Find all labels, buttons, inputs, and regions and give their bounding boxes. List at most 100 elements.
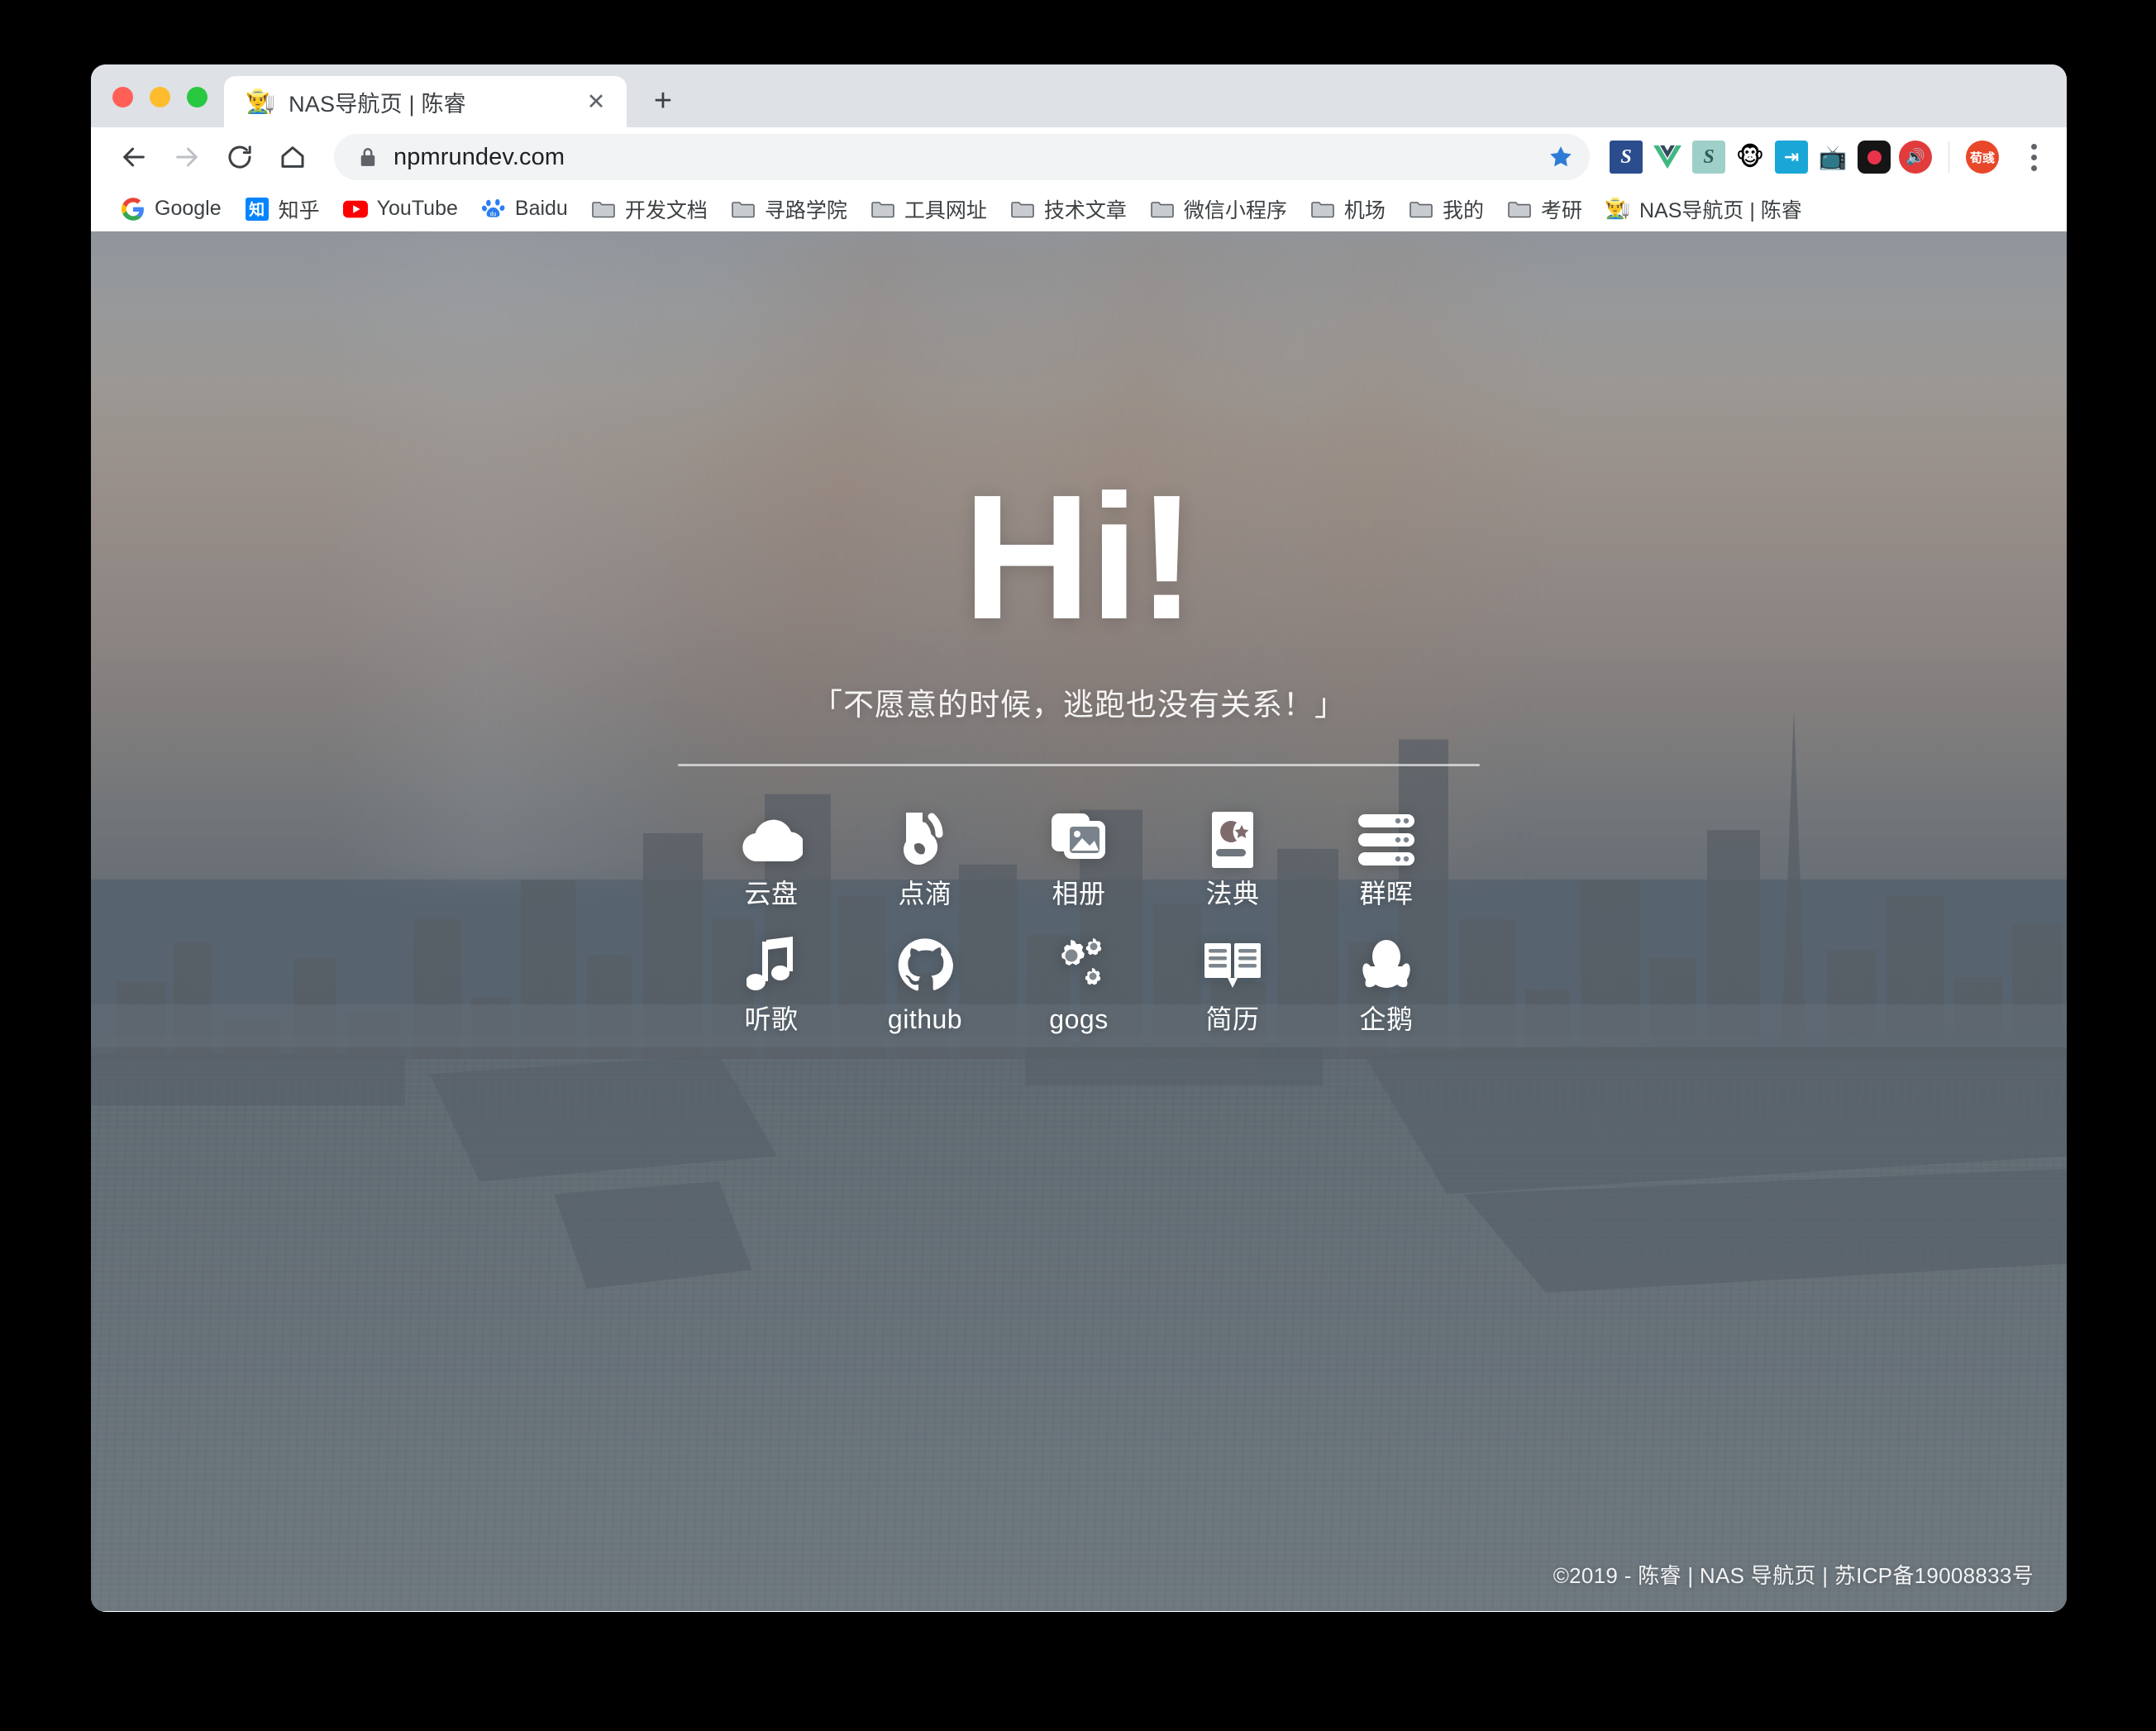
profile-avatar[interactable]: 荀彧	[1966, 141, 1999, 174]
app-label: 简历	[1205, 1004, 1260, 1035]
home-button[interactable]	[268, 132, 317, 182]
app-label: 法典	[1205, 879, 1260, 909]
lock-icon	[357, 146, 379, 168]
close-window-button[interactable]	[112, 87, 133, 107]
bookmark-label: Google	[155, 197, 222, 220]
tab-strip: 👨‍🌾 NAS导航页 | 陈睿 ✕ +	[91, 64, 2067, 127]
app-shortcut-jianli[interactable]: 简历	[1156, 930, 1309, 1037]
svg-text:du: du	[490, 211, 497, 217]
folder-icon	[1010, 197, 1035, 222]
bookmark-label: Baidu	[514, 197, 568, 220]
profile-label: 荀彧	[1969, 150, 1995, 165]
app-shortcut-gogs[interactable]: gogs	[1002, 930, 1156, 1037]
maximize-window-button[interactable]	[187, 87, 207, 107]
app-label: 听歌	[744, 1004, 799, 1035]
page-footer: ©2019 - 陈睿 | NAS 导航页 | 苏ICP备19008833号	[1553, 1563, 2034, 1588]
bookmark-label: 微信小程序	[1183, 198, 1287, 222]
close-tab-button[interactable]: ✕	[580, 86, 612, 117]
reload-icon	[228, 145, 251, 169]
extension-import[interactable]: ⇥	[1775, 141, 1808, 174]
tab-favicon-icon: 👨‍🌾	[246, 88, 276, 115]
folder-icon	[591, 197, 616, 222]
bookmark-label: 我的	[1442, 198, 1484, 222]
menu-dot	[2030, 143, 2037, 150]
app-shortcut-tingge[interactable]: 听歌	[694, 930, 848, 1037]
bookmark-label: NAS导航页 | 陈睿	[1638, 198, 1802, 222]
bookmark-label: 考研	[1540, 198, 1582, 222]
minimize-window-button[interactable]	[150, 87, 170, 107]
app-shortcut-xiangce[interactable]: 相册	[1002, 804, 1156, 912]
bookmarks-bar: Google 知 知乎 YouTube du Baidu 开发文档 寻路学院 工…	[91, 187, 2067, 231]
open-book-icon	[1203, 935, 1262, 996]
extension-recorder[interactable]	[1858, 141, 1891, 174]
reload-button[interactable]	[215, 132, 265, 182]
bookmark-folder-tech-articles[interactable]: 技术文章	[999, 191, 1138, 227]
extension-toolbar: S S 🐵 ⇥ 📺 🔊 荀彧	[1603, 136, 2053, 179]
app-label: github	[887, 1004, 963, 1035]
tab-title: NAS导航页 | 陈睿	[289, 91, 466, 117]
folder-icon	[871, 197, 895, 222]
omnibox-actions	[1538, 134, 1583, 180]
back-arrow-icon	[123, 147, 145, 167]
address-bar[interactable]: npmrundev.com	[334, 134, 1590, 180]
zhihu-icon: 知	[245, 197, 270, 222]
app-shortcut-qunhui[interactable]: 群晖	[1309, 804, 1463, 912]
app-shortcut-diandi[interactable]: 点滴	[848, 804, 1002, 912]
app-shortcut-yunpan[interactable]: 云盘	[694, 804, 848, 912]
bookmark-label: 技术文章	[1043, 198, 1127, 222]
browser-tab[interactable]: 👨‍🌾 NAS导航页 | 陈睿 ✕	[224, 76, 627, 127]
bookmark-folder-wechat-miniprogram[interactable]: 微信小程序	[1138, 191, 1299, 227]
bookmark-folder-kaoyan[interactable]: 考研	[1495, 191, 1594, 227]
app-shortcut-qq[interactable]: 企鹅	[1309, 930, 1463, 1037]
app-label: 点滴	[898, 879, 952, 909]
section-divider	[678, 764, 1480, 767]
bookmark-label: 寻路学院	[764, 198, 847, 222]
bookmark-label: YouTube	[376, 197, 458, 220]
google-icon	[121, 197, 145, 222]
folder-icon	[1507, 197, 1532, 222]
bookmark-google[interactable]: Google	[109, 191, 233, 227]
app-label: gogs	[1049, 1004, 1109, 1035]
web-page-content: Hi! 「不愿意的时候，逃跑也没有关系！」 云盘 点滴 相册 法典 群晖 听歌 …	[91, 231, 2067, 1611]
extension-bilibili[interactable]: 📺	[1816, 141, 1849, 174]
bookmark-star-button[interactable]	[1538, 135, 1583, 179]
bookmark-nas-home[interactable]: 👨‍🌾 NAS导航页 | 陈睿	[1594, 191, 1814, 227]
page-content: Hi! 「不愿意的时候，逃跑也没有关系！」 云盘 点滴 相册 法典 群晖 听歌 …	[91, 231, 2067, 1611]
forward-arrow-icon	[176, 147, 198, 167]
extension-vue[interactable]	[1651, 141, 1684, 174]
bookmark-zhihu[interactable]: 知 知乎	[233, 191, 332, 227]
app-row-2: 听歌 github gogs 简历 企鹅	[694, 930, 1463, 1037]
extension-monkey[interactable]: 🐵	[1734, 141, 1767, 174]
folder-icon	[1409, 197, 1433, 222]
bookmark-folder-dev-docs[interactable]: 开发文档	[580, 191, 719, 227]
app-shortcut-github[interactable]: github	[848, 930, 1002, 1037]
book-crescent-icon	[1209, 809, 1257, 870]
menu-dot	[2030, 154, 2037, 160]
bookmark-folder-tools[interactable]: 工具网址	[859, 191, 999, 227]
bookmark-youtube[interactable]: YouTube	[332, 191, 470, 227]
app-row-1: 云盘 点滴 相册 法典 群晖	[694, 804, 1463, 912]
extension-s-blue[interactable]: S	[1610, 141, 1643, 174]
bookmark-folder-airport[interactable]: 机场	[1299, 191, 1397, 227]
bookmark-folder-mine[interactable]: 我的	[1397, 191, 1495, 227]
bookmark-folder-xunlu[interactable]: 寻路学院	[719, 191, 859, 227]
extension-s-teal[interactable]: S	[1692, 141, 1725, 174]
page-quote: 「不愿意的时候，逃跑也没有关系！」	[812, 688, 1346, 722]
browser-menu-button[interactable]	[2014, 136, 2053, 179]
baidu-icon: du	[481, 197, 506, 222]
folder-icon	[1310, 197, 1335, 222]
bookmark-baidu[interactable]: du Baidu	[470, 191, 580, 227]
browser-window: 👨‍🌾 NAS导航页 | 陈睿 ✕ +	[91, 64, 2067, 1612]
gears-icon	[1049, 935, 1109, 996]
folder-icon	[1150, 197, 1175, 222]
github-icon	[897, 935, 953, 996]
new-tab-button[interactable]: +	[642, 79, 684, 122]
server-icon	[1358, 809, 1414, 870]
extension-sound[interactable]: 🔊	[1899, 141, 1932, 174]
youtube-icon	[342, 197, 368, 222]
forward-button[interactable]	[162, 132, 212, 182]
app-label: 群晖	[1359, 879, 1414, 909]
app-shortcut-fadian[interactable]: 法典	[1156, 804, 1309, 912]
app-label: 企鹅	[1359, 1004, 1414, 1035]
back-button[interactable]	[109, 132, 159, 182]
